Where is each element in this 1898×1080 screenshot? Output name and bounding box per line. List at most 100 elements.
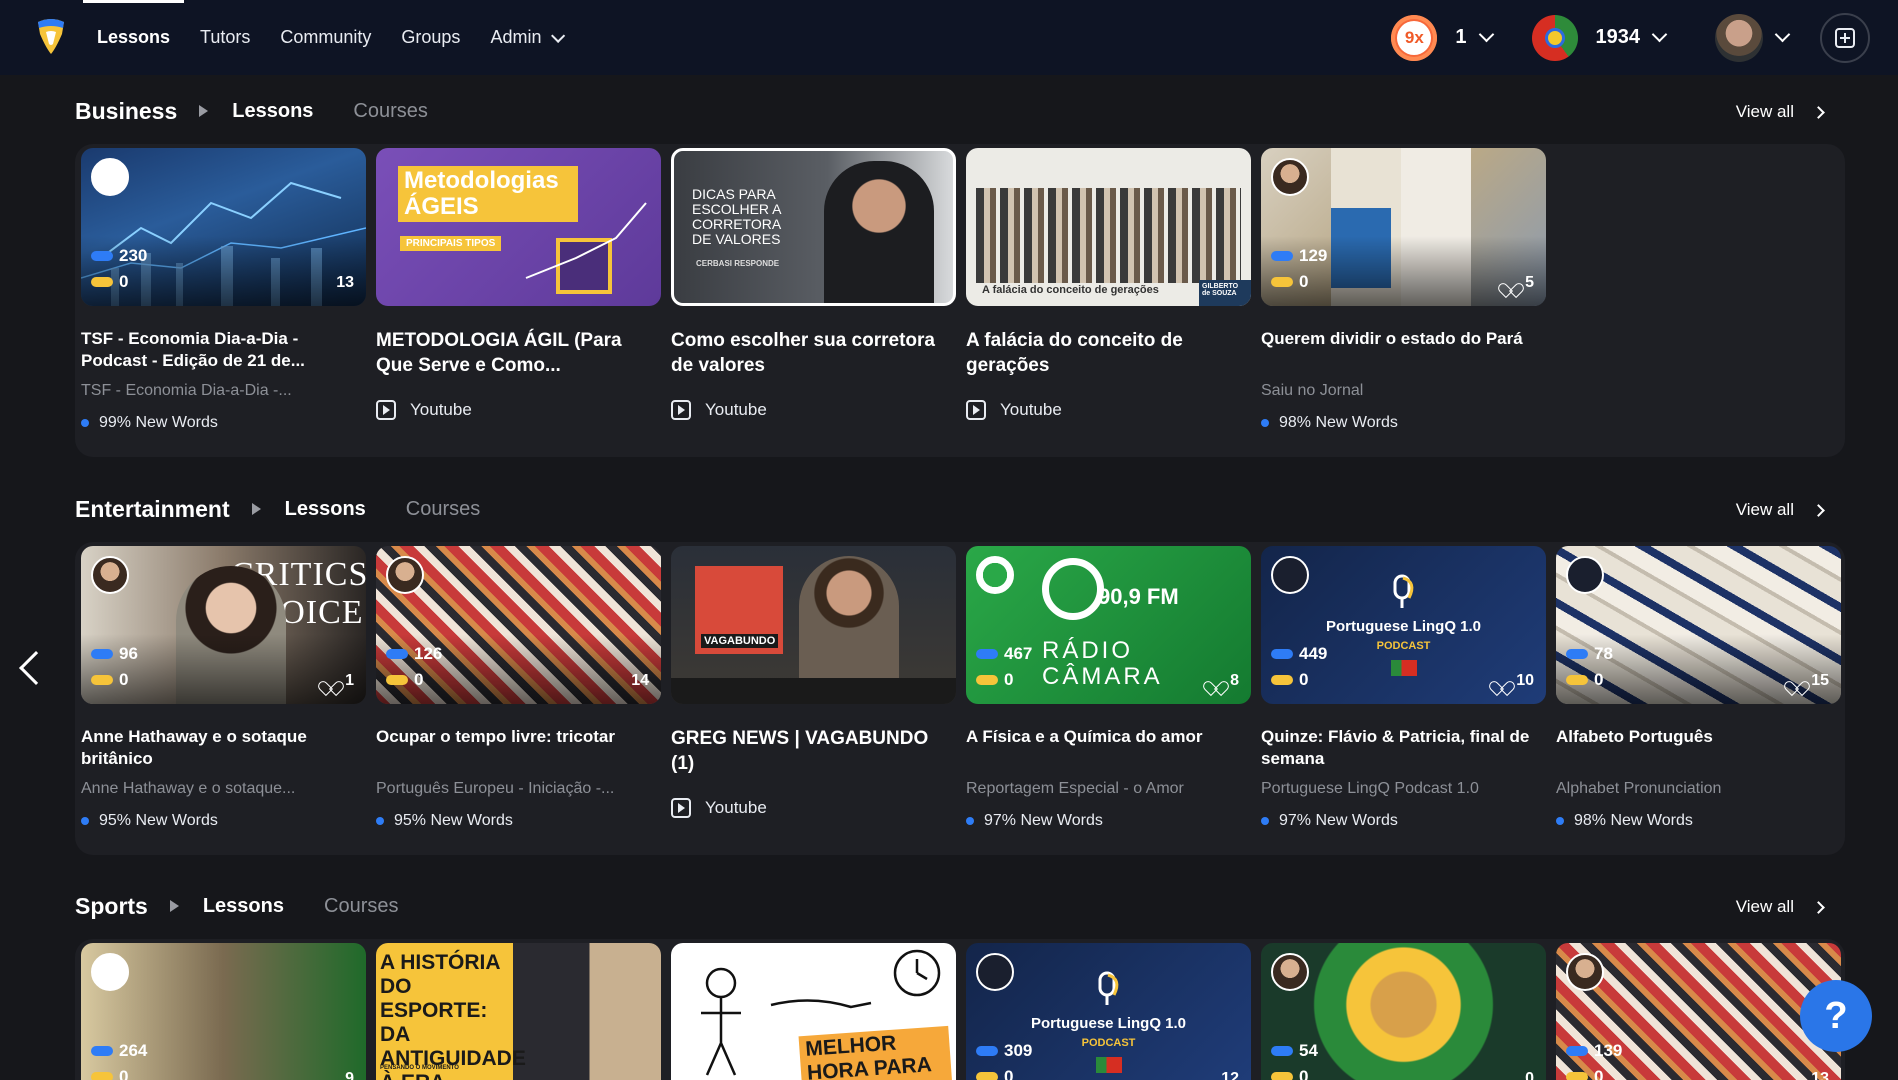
provider-avatar[interactable] [91, 953, 129, 991]
nav-lessons[interactable]: Lessons [82, 0, 185, 75]
likes-count[interactable]: 15 [1789, 672, 1829, 690]
view-all-link[interactable]: View all [1736, 102, 1825, 122]
language-flag-icon[interactable] [1531, 14, 1578, 61]
known-words-stat: 96 [91, 644, 138, 664]
section-entertainment: Entertainment Lessons Courses View all C… [0, 494, 1898, 864]
chevron-down-icon[interactable] [1651, 26, 1668, 43]
lesson-thumbnail[interactable]: Portuguese LingQ 1.0 PODCAST 449 0 10 [1261, 546, 1546, 704]
lesson-source[interactable]: Youtube [671, 798, 767, 818]
lesson-thumbnail[interactable]: 230 0 13 [81, 148, 366, 306]
lesson-title[interactable]: Como escolher sua corretora de valores [671, 328, 956, 378]
provider-avatar[interactable] [91, 158, 129, 196]
lesson-thumbnail[interactable]: 126 0 14 [376, 546, 661, 704]
tab-courses[interactable]: Courses [324, 895, 398, 918]
lesson-title[interactable]: Alfabeto Português [1556, 726, 1841, 748]
lesson-title[interactable]: Quinze: Flávio & Patricia, final de sema… [1261, 726, 1546, 770]
lingq-logo-icon[interactable] [34, 18, 68, 56]
likes-count[interactable]: 5 [1503, 274, 1534, 292]
nav-community[interactable]: Community [280, 0, 371, 75]
provider-avatar[interactable] [976, 953, 1014, 991]
lesson-thumbnail[interactable]: 264 0 9 [81, 943, 366, 1080]
tab-lessons[interactable]: Lessons [285, 498, 366, 521]
tab-courses[interactable]: Courses [353, 100, 427, 123]
lesson-thumbnail[interactable]: MELHOR HORA PARA TREINAR [671, 943, 956, 1080]
streak-badge[interactable]: 9x [1391, 14, 1438, 61]
lesson-title[interactable]: Querem dividir o estado do Pará [1261, 328, 1546, 350]
provider-avatar[interactable] [1271, 953, 1309, 991]
likes-count[interactable]: 0 [1525, 1070, 1534, 1080]
lesson-source[interactable]: Youtube [671, 400, 767, 420]
lesson-thumbnail[interactable]: Portuguese LingQ 1.0 PODCAST 309 0 12 [966, 943, 1251, 1080]
nav-groups[interactable]: Groups [401, 0, 460, 75]
views-count: 14 [631, 672, 649, 689]
lesson-thumbnail[interactable]: DICAS PARA ESCOLHER A CORRETORA DE VALOR… [671, 148, 956, 306]
user-avatar[interactable] [1715, 13, 1763, 62]
course-name[interactable]: Anne Hathaway e o sotaque... [81, 780, 366, 798]
provider-avatar[interactable] [976, 556, 1014, 594]
lesson-source[interactable]: Youtube [966, 400, 1062, 420]
course-name[interactable]: Saiu no Jornal [1261, 382, 1546, 400]
lesson-thumbnail[interactable]: A falácia do conceito de gerações GILBER… [966, 148, 1251, 306]
provider-avatar[interactable] [1271, 556, 1309, 594]
likes-count[interactable]: 12 [1221, 1070, 1239, 1080]
lingqs-stat: 0 [1566, 670, 1603, 690]
lesson-thumbnail[interactable]: 90,9 FM RÁDIO CÂMARA 467 0 8 [966, 546, 1251, 704]
likes-count[interactable]: 8 [1208, 672, 1239, 690]
thumbnail-subtitle: GILBERTO de SOUZA [1199, 280, 1251, 306]
lesson-thumbnail[interactable]: A HISTÓRIA DO ESPORTE: DA ANTIGUIDADE À … [376, 943, 661, 1080]
lesson-title[interactable]: METODOLOGIA ÁGIL (Para Que Serve e Como.… [376, 328, 661, 378]
lesson-title[interactable]: TSF - Economia Dia-a-Dia - Podcast - Edi… [81, 328, 366, 372]
provider-avatar[interactable] [1566, 953, 1604, 991]
provider-avatar[interactable] [91, 556, 129, 594]
tab-lessons[interactable]: Lessons [203, 895, 284, 918]
lesson-thumbnail[interactable]: 129 0 5 [1261, 148, 1546, 306]
thumbnail-title: Portuguese LingQ 1.0 [1325, 618, 1482, 635]
heart-icon [1494, 675, 1508, 688]
course-name[interactable]: Alphabet Pronunciation [1556, 780, 1841, 798]
lesson-thumbnail[interactable]: 139 0 13 [1556, 943, 1841, 1080]
view-all-link[interactable]: View all [1736, 500, 1825, 520]
coin-count: 1934 [1595, 26, 1641, 48]
course-name[interactable]: Portuguese LingQ Podcast 1.0 [1261, 780, 1546, 798]
nav-tutors[interactable]: Tutors [200, 0, 250, 75]
nav-admin[interactable]: Admin [490, 0, 566, 75]
course-name[interactable]: Reportagem Especial - o Amor [966, 780, 1251, 798]
lesson-title[interactable]: Anne Hathaway e o sotaque britânico [81, 726, 366, 770]
lingqs-stat: 0 [91, 670, 128, 690]
lesson-title[interactable]: GREG NEWS | VAGABUNDO (1) [671, 726, 956, 776]
thumbnail-subtitle: RÁDIO CÂMARA [1042, 637, 1163, 690]
lesson-title[interactable]: A Física e a Química do amor [966, 726, 1251, 748]
lesson-row: 230 0 13 TSF - Economia Dia-a-Dia - Podc… [75, 144, 1845, 457]
new-words-stat: 95% New Words [376, 812, 513, 830]
tab-courses[interactable]: Courses [406, 498, 480, 521]
import-lesson-button[interactable] [1820, 12, 1870, 63]
lesson-thumbnail[interactable]: 54 0 0 [1261, 943, 1546, 1080]
lesson-source[interactable]: Youtube [376, 400, 472, 420]
views-count: 13 [1811, 1070, 1829, 1080]
likes-count[interactable]: 1 [323, 672, 354, 690]
lesson-thumbnail[interactable]: 78 0 15 [1556, 546, 1841, 704]
section-header: Sports Lessons Courses [75, 891, 438, 921]
presenter-photo [824, 161, 934, 303]
course-name[interactable]: Português Europeu - Iniciação -... [376, 780, 661, 798]
lesson-thumbnail[interactable]: VAGABUNDO [671, 546, 956, 704]
caret-right-icon [199, 105, 209, 117]
chevron-down-icon[interactable] [1478, 26, 1494, 43]
tab-lessons[interactable]: Lessons [232, 100, 313, 123]
provider-avatar[interactable] [386, 556, 424, 594]
help-button[interactable]: ? [1800, 980, 1872, 1052]
known-words-stat: 449 [1271, 644, 1327, 664]
provider-avatar[interactable] [1271, 158, 1309, 196]
lesson-title[interactable]: A falácia do conceito de gerações [966, 328, 1251, 378]
section-title: Sports [75, 892, 148, 919]
lesson-title[interactable]: Ocupar o tempo livre: tricotar [376, 726, 661, 748]
lesson-thumbnail[interactable]: CRITICS CHOICE 96 0 1 [81, 546, 366, 704]
likes-count[interactable]: 10 [1494, 672, 1534, 690]
view-all-link[interactable]: View all [1736, 897, 1825, 917]
chevron-down-icon[interactable] [1774, 26, 1791, 43]
lesson-thumbnail[interactable]: Metodologias ÁGEIS PRINCIPAIS TIPOS [376, 148, 661, 306]
thumbnail-title: MELHOR HORA PARA TREINAR [798, 1025, 954, 1080]
provider-avatar[interactable] [1566, 556, 1604, 594]
streak-count: 1 [1455, 26, 1467, 48]
course-name[interactable]: TSF - Economia Dia-a-Dia -... [81, 382, 366, 400]
